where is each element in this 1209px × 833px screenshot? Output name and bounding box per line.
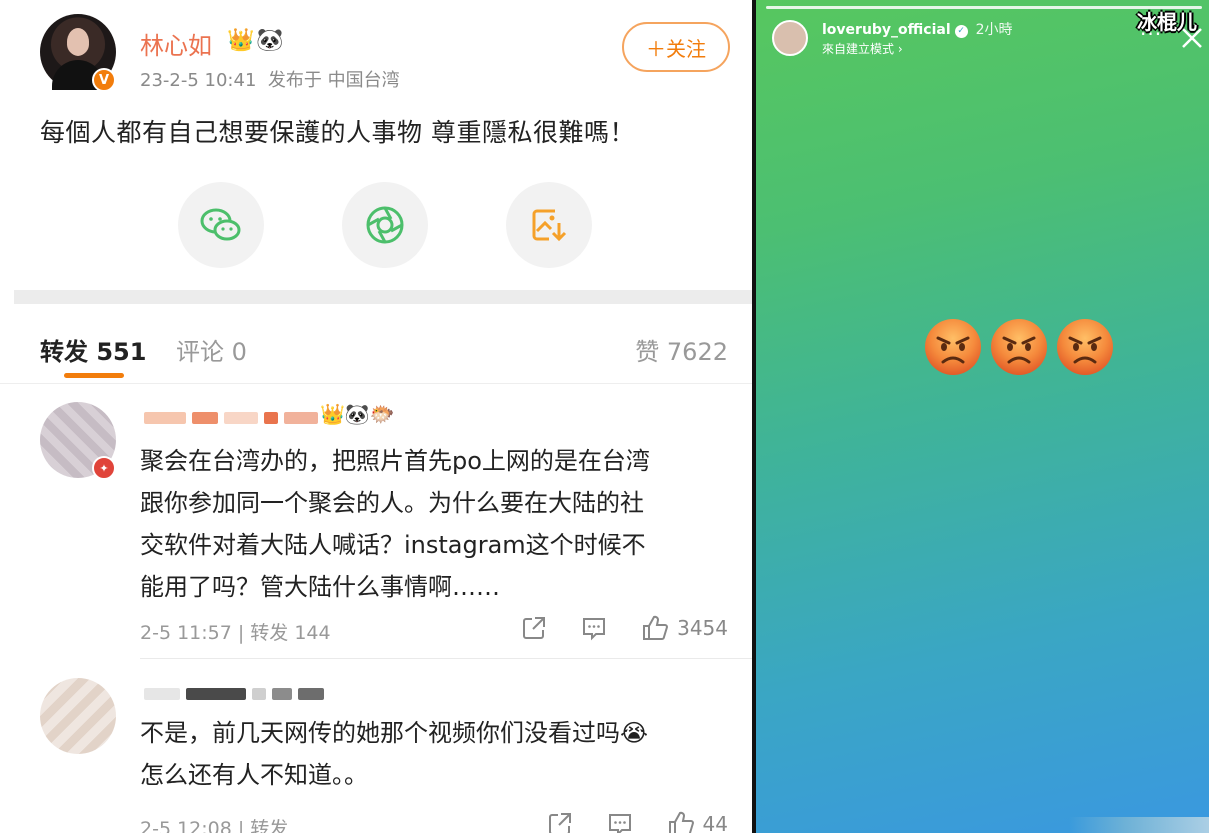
comment-separator (140, 658, 752, 659)
tab-repost[interactable]: 转发 551 (40, 332, 146, 367)
like-count: 3454 (677, 616, 728, 640)
post-location: 发布于 中国台湾 (267, 70, 400, 91)
comment-line: 跟你参加同一个聚会的人。为什么要在大陆的社 (140, 489, 644, 517)
tab-like[interactable]: 赞 7622 (635, 332, 728, 367)
follow-button[interactable]: ＋关注 (622, 22, 730, 72)
comment-text: 聚会在台湾办的，把照片首先po上网的是在台湾 跟你参加同一个聚会的人。为什么要在… (140, 440, 732, 608)
post-timestamp: 23-2-5 10:41 (140, 70, 257, 91)
story-bottom-edge (1069, 817, 1209, 833)
story-header: loveruby_official ✓ 2小時 (822, 19, 1013, 39)
story-subtitle[interactable]: 來自建立模式 › (822, 40, 903, 57)
moments-icon (366, 206, 404, 244)
angry-face-icon (924, 318, 982, 376)
share-icon[interactable] (547, 811, 573, 833)
comment-item: 不是，前几天网传的她那个视频你们没看过吗😭 怎么还有人不知道。。 2-5 12:… (0, 664, 752, 833)
story-background (756, 0, 1209, 833)
story-account-name[interactable]: loveruby_official (822, 22, 951, 38)
wechat-icon (200, 208, 241, 241)
weibo-post-panel: V 林心如 👑🐼 23-2-5 10:41 发布于 中国台湾 ＋关注 每個人都有… (0, 0, 752, 833)
commenter-name-blurred[interactable] (144, 410, 336, 426)
interaction-tabs: 转发 551 评论 0 赞 7622 (0, 304, 752, 384)
share-row (0, 182, 752, 268)
verified-badge-icon: V (92, 68, 116, 92)
share-icon[interactable] (521, 615, 547, 641)
commenter-name-blurred[interactable] (144, 686, 324, 702)
commenter-badge-icons: 👑🐼🐡 (320, 402, 395, 426)
active-tab-indicator (64, 373, 124, 378)
comment-line: 交软件对着大陆人喊话？instagram这个时候不 (140, 531, 646, 559)
tab-comment[interactable]: 评论 0 (176, 332, 247, 367)
angry-face-icon (990, 318, 1048, 376)
story-account-avatar[interactable] (772, 20, 808, 56)
thumbs-up-icon (668, 811, 694, 833)
comment-text: 不是，前几天网传的她那个视频你们没看过吗😭 怎么还有人不知道。。 (140, 712, 732, 796)
comment-line: 不是，前几天网传的她那个视频你们没看过吗😭 (140, 719, 649, 747)
user-badge-icons: 👑🐼 (227, 28, 286, 53)
watermark-text: 冰棍儿 (1137, 10, 1197, 34)
comment-line: 聚会在台湾办的，把照片首先po上网的是在台湾 (140, 447, 650, 475)
story-time: 2小時 (975, 22, 1013, 38)
commenter-avatar[interactable] (40, 678, 116, 754)
angry-face-icon (1056, 318, 1114, 376)
like-button[interactable]: 3454 (641, 614, 728, 642)
author-name[interactable]: 林心如 (140, 26, 212, 61)
instagram-story-panel: loveruby_official ✓ 2小時 來自建立模式 › ··· 冰棍儿 (752, 0, 1209, 833)
post-meta: 23-2-5 10:41 发布于 中国台湾 (140, 66, 400, 92)
like-button[interactable]: 44 (667, 810, 728, 833)
comment-meta: 2-5 11:57 | 转发 144 (140, 622, 331, 644)
moments-share-button[interactable] (342, 182, 428, 268)
wechat-share-button[interactable] (178, 182, 264, 268)
comment-line: 能用了吗？管大陆什么事情啊…… (140, 573, 500, 601)
comment-icon[interactable] (581, 615, 607, 641)
comment-actions: 3454 (521, 614, 728, 642)
comment-icon[interactable] (607, 811, 633, 833)
section-divider (14, 290, 752, 304)
commenter-badge-icon: ✦ (92, 456, 116, 480)
comment-line: 怎么还有人不知道。。 (140, 761, 368, 789)
save-image-button[interactable] (506, 182, 592, 268)
comment-actions: 44 (547, 810, 728, 833)
thumbs-up-icon (643, 615, 669, 640)
verified-icon: ✓ (954, 25, 968, 38)
comment-item: ✦ 👑🐼🐡 聚会在台湾办的，把照片首先po上网的是在台湾 跟你参加同一个聚会的人… (0, 384, 752, 664)
angry-emoji-row (924, 318, 1114, 376)
like-count: 44 (702, 812, 728, 833)
save-image-icon (532, 209, 567, 242)
comment-meta: 2-5 12:08 | 转发 (140, 818, 289, 833)
post-text: 每個人都有自己想要保護的人事物 尊重隱私很難嗎！ (40, 118, 635, 147)
